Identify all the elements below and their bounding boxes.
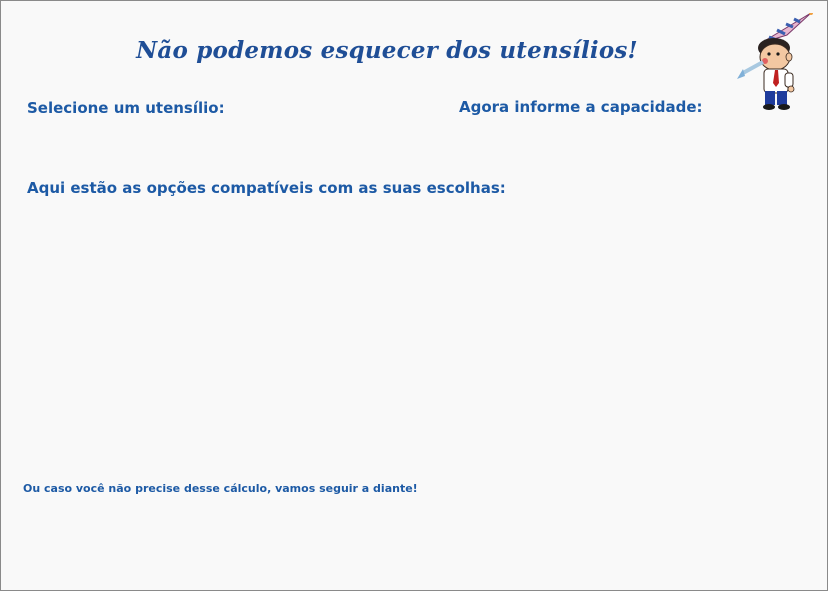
skip-calculation-link[interactable]: Ou caso você não precise desse cálculo, … [23,482,418,495]
inform-capacity-label: Agora informe a capacidade: [459,98,703,116]
page-title: Não podemos esquecer dos utensílios! [136,37,638,64]
compatible-options-label: Aqui estão as opções compatíveis com as … [27,179,506,197]
select-utensil-label: Selecione um utensílio: [27,99,225,117]
party-boy-mascot-icon [737,13,813,110]
page-frame: Não podemos esquecer dos utensílios! Sel… [0,0,828,591]
